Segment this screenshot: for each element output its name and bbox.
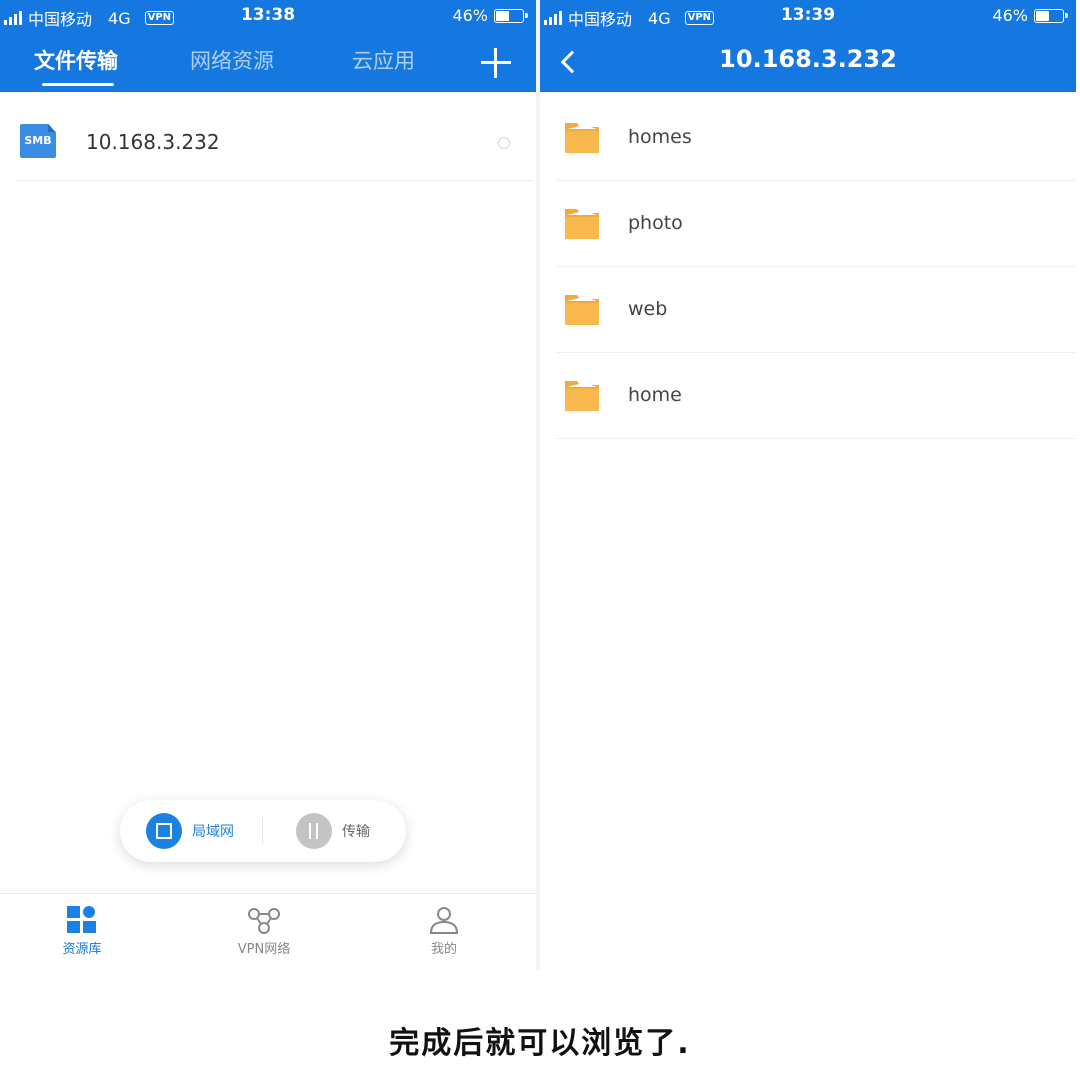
pill-divider bbox=[262, 818, 263, 844]
tab-file-transfer[interactable]: 文件传输 bbox=[34, 45, 118, 75]
person-icon bbox=[429, 907, 459, 934]
network-icon bbox=[248, 908, 280, 934]
floating-action-pill: 局域网 传输 bbox=[120, 800, 406, 862]
select-radio[interactable] bbox=[498, 137, 510, 149]
folder-icon bbox=[565, 381, 599, 411]
nav-item-me[interactable]: 我的 bbox=[384, 906, 504, 957]
folder-name: homes bbox=[628, 126, 692, 148]
folder-icon bbox=[565, 209, 599, 239]
right-phone-screen: 中国移动 4G VPN 13:39 46% 10.168.3.232 homes bbox=[540, 0, 1076, 970]
battery-icon bbox=[494, 8, 528, 23]
folder-item[interactable]: web bbox=[556, 266, 1076, 353]
top-tab-bar: 文件传输 网络资源 云应用 bbox=[0, 32, 536, 92]
caption-text: 完成后就可以浏览了. bbox=[389, 1026, 691, 1061]
smb-icon: SMB bbox=[20, 124, 56, 158]
nav-label: 我的 bbox=[430, 942, 457, 957]
folder-name: home bbox=[628, 384, 682, 406]
bottom-nav: 资源库 VPN网络 我的 bbox=[0, 893, 536, 970]
folder-icon bbox=[565, 123, 599, 153]
tab-network-resources[interactable]: 网络资源 bbox=[190, 45, 274, 75]
folder-item[interactable]: home bbox=[556, 352, 1076, 439]
status-bar: 中国移动 4G VPN 13:39 46% bbox=[540, 0, 1076, 32]
grid-icon bbox=[67, 906, 97, 934]
status-bar: 中国移动 4G VPN 13:38 46% bbox=[0, 0, 536, 32]
battery-icon bbox=[1034, 8, 1068, 23]
folder-name: web bbox=[628, 298, 668, 320]
scan-icon bbox=[146, 813, 182, 849]
folder-header: 10.168.3.232 bbox=[540, 32, 1076, 92]
transfer-label: 传输 bbox=[342, 824, 370, 840]
folder-name: photo bbox=[628, 212, 683, 234]
nav-item-library[interactable]: 资源库 bbox=[22, 906, 142, 957]
page-title: 10.168.3.232 bbox=[719, 45, 897, 73]
folder-item[interactable]: photo bbox=[556, 180, 1076, 267]
left-phone-screen: 中国移动 4G VPN 13:38 46% 文件传输 网络资源 云应用 SMB … bbox=[0, 0, 536, 970]
server-address: 10.168.3.232 bbox=[86, 130, 220, 154]
folder-icon bbox=[565, 295, 599, 325]
battery-percent: 46% bbox=[992, 6, 1028, 25]
server-list-item[interactable]: SMB 10.168.3.232 bbox=[16, 96, 534, 181]
tab-cloud-apps[interactable]: 云应用 bbox=[352, 45, 415, 75]
battery-percent: 46% bbox=[452, 6, 488, 25]
nav-label: VPN网络 bbox=[237, 942, 291, 957]
add-icon[interactable] bbox=[478, 44, 514, 80]
nav-item-vpn[interactable]: VPN网络 bbox=[204, 906, 324, 957]
transfer-button[interactable]: 传输 bbox=[296, 813, 370, 849]
active-tab-indicator bbox=[42, 83, 114, 86]
nav-label: 资源库 bbox=[62, 942, 102, 957]
folder-item[interactable]: homes bbox=[556, 94, 1076, 181]
lan-label: 局域网 bbox=[192, 824, 234, 840]
lan-button[interactable]: 局域网 bbox=[146, 813, 234, 849]
transfer-icon bbox=[296, 813, 332, 849]
